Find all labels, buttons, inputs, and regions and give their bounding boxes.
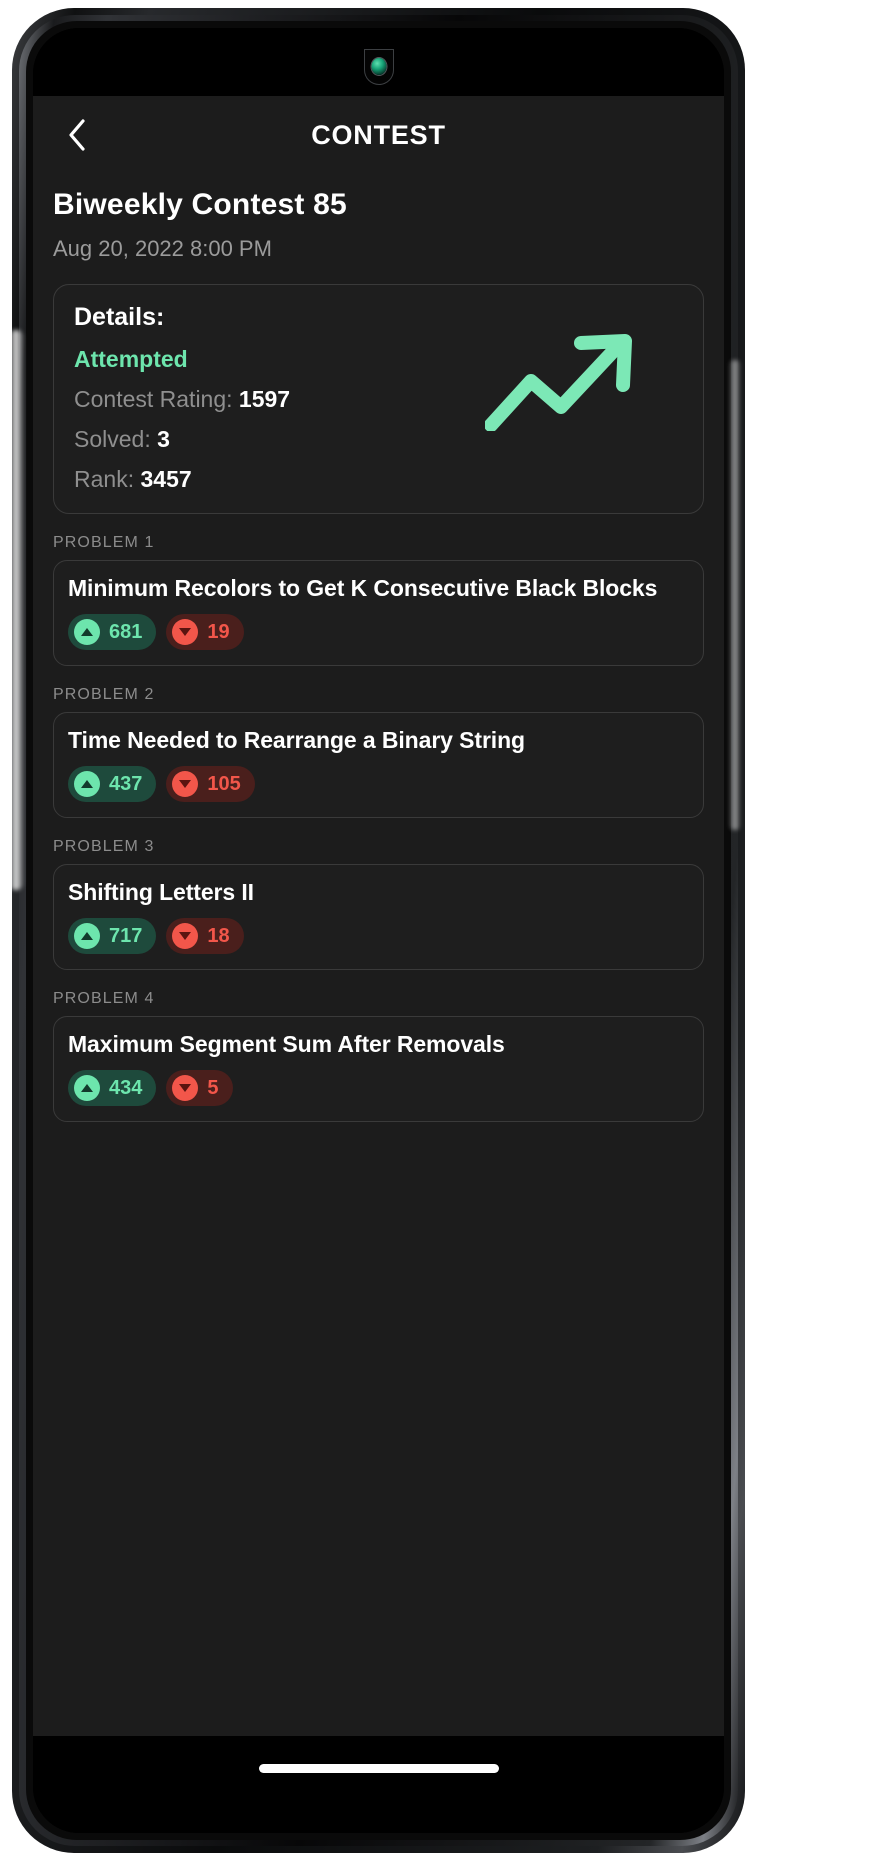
downvote-count: 18: [207, 924, 230, 947]
thumbs-down-icon: [172, 771, 199, 797]
app-content: CONTEST Biweekly Contest 85 Aug 20, 2022…: [33, 96, 724, 1736]
thumbs-up-icon: [74, 1075, 100, 1101]
rank-label: Rank:: [74, 466, 135, 492]
upvote-count: 437: [109, 772, 143, 795]
system-navigation-bar: [33, 1736, 724, 1833]
page-title: CONTEST: [311, 119, 446, 150]
downvote-count: 105: [207, 772, 241, 795]
solved-label: Solved:: [74, 426, 151, 452]
details-heading: Details:: [74, 303, 165, 331]
chevron-left-icon: [67, 118, 87, 152]
back-button[interactable]: [55, 113, 99, 157]
problem-card[interactable]: Shifting Letters II 717 18: [53, 864, 704, 970]
problem-index-label: PROBLEM 1: [53, 534, 155, 551]
thumbs-up-icon: [74, 771, 100, 797]
upvote-badge[interactable]: 681: [68, 614, 157, 650]
problem-index-label: PROBLEM 4: [53, 990, 155, 1007]
status-bar-area: [33, 28, 724, 96]
vote-row: 717 18: [68, 918, 689, 954]
vote-row: 437 105: [68, 766, 689, 802]
trending-up-arrow-icon: [484, 333, 645, 432]
upvote-badge[interactable]: 717: [68, 918, 157, 954]
thumbs-down-icon: [172, 619, 199, 645]
upvote-badge[interactable]: 437: [68, 766, 157, 802]
problem-block-4: PROBLEM 4 Maximum Segment Sum After Remo…: [53, 990, 704, 1122]
downvote-count: 5: [207, 1076, 219, 1099]
problem-card[interactable]: Maximum Segment Sum After Removals 434 5: [53, 1016, 704, 1122]
thumbs-down-icon: [172, 1075, 199, 1101]
problem-title: Shifting Letters II: [68, 879, 254, 905]
contest-datetime: Aug 20, 2022 8:00 PM: [53, 236, 272, 261]
downvote-badge[interactable]: 18: [166, 918, 244, 954]
front-camera-icon: [371, 58, 386, 75]
problem-block-2: PROBLEM 2 Time Needed to Rearrange a Bin…: [53, 686, 704, 818]
problem-title: Time Needed to Rearrange a Binary String: [68, 727, 525, 753]
details-card: Details: Attempted Contest Rating: 1597 …: [53, 284, 704, 514]
problem-block-1: PROBLEM 1 Minimum Recolors to Get K Cons…: [53, 534, 704, 666]
problem-card[interactable]: Time Needed to Rearrange a Binary String…: [53, 712, 704, 818]
upvote-count: 717: [109, 924, 143, 947]
downvote-count: 19: [207, 620, 230, 643]
problem-index-label: PROBLEM 2: [53, 686, 155, 703]
upvote-badge[interactable]: 434: [68, 1070, 157, 1106]
problem-title: Maximum Segment Sum After Removals: [68, 1031, 505, 1057]
problem-block-3: PROBLEM 3 Shifting Letters II 717 18: [53, 838, 704, 970]
screenshot-stage: CONTEST Biweekly Contest 85 Aug 20, 2022…: [0, 0, 891, 1862]
phone-left-highlight: [8, 330, 24, 890]
waterdrop-notch: [364, 50, 393, 84]
problem-list: PROBLEM 1 Minimum Recolors to Get K Cons…: [53, 534, 704, 1122]
thumbs-up-icon: [74, 619, 100, 645]
problem-card[interactable]: Minimum Recolors to Get K Consecutive Bl…: [53, 560, 704, 666]
solved-value: 3: [157, 426, 170, 452]
problem-index-label: PROBLEM 3: [53, 838, 155, 855]
upvote-count: 434: [109, 1076, 143, 1099]
phone-screen: CONTEST Biweekly Contest 85 Aug 20, 2022…: [33, 28, 724, 1833]
contest-rating-value: 1597: [238, 386, 291, 412]
rank-row: Rank: 3457: [74, 466, 683, 493]
vote-row: 434 5: [68, 1070, 689, 1106]
thumbs-up-icon: [74, 923, 100, 949]
downvote-badge[interactable]: 105: [166, 766, 255, 802]
rank-value: 3457: [140, 466, 192, 492]
phone-right-highlight: [729, 360, 741, 830]
contest-rating-label: Contest Rating:: [74, 386, 233, 412]
home-indicator[interactable]: [258, 1764, 499, 1773]
downvote-badge[interactable]: 5: [166, 1070, 233, 1106]
vote-row: 681 19: [68, 614, 689, 650]
upvote-count: 681: [109, 620, 143, 643]
contest-name: Biweekly Contest 85: [53, 188, 347, 221]
problem-title: Minimum Recolors to Get K Consecutive Bl…: [68, 575, 658, 601]
downvote-badge[interactable]: 19: [166, 614, 244, 650]
app-bar: CONTEST: [53, 96, 704, 174]
thumbs-down-icon: [172, 923, 199, 949]
